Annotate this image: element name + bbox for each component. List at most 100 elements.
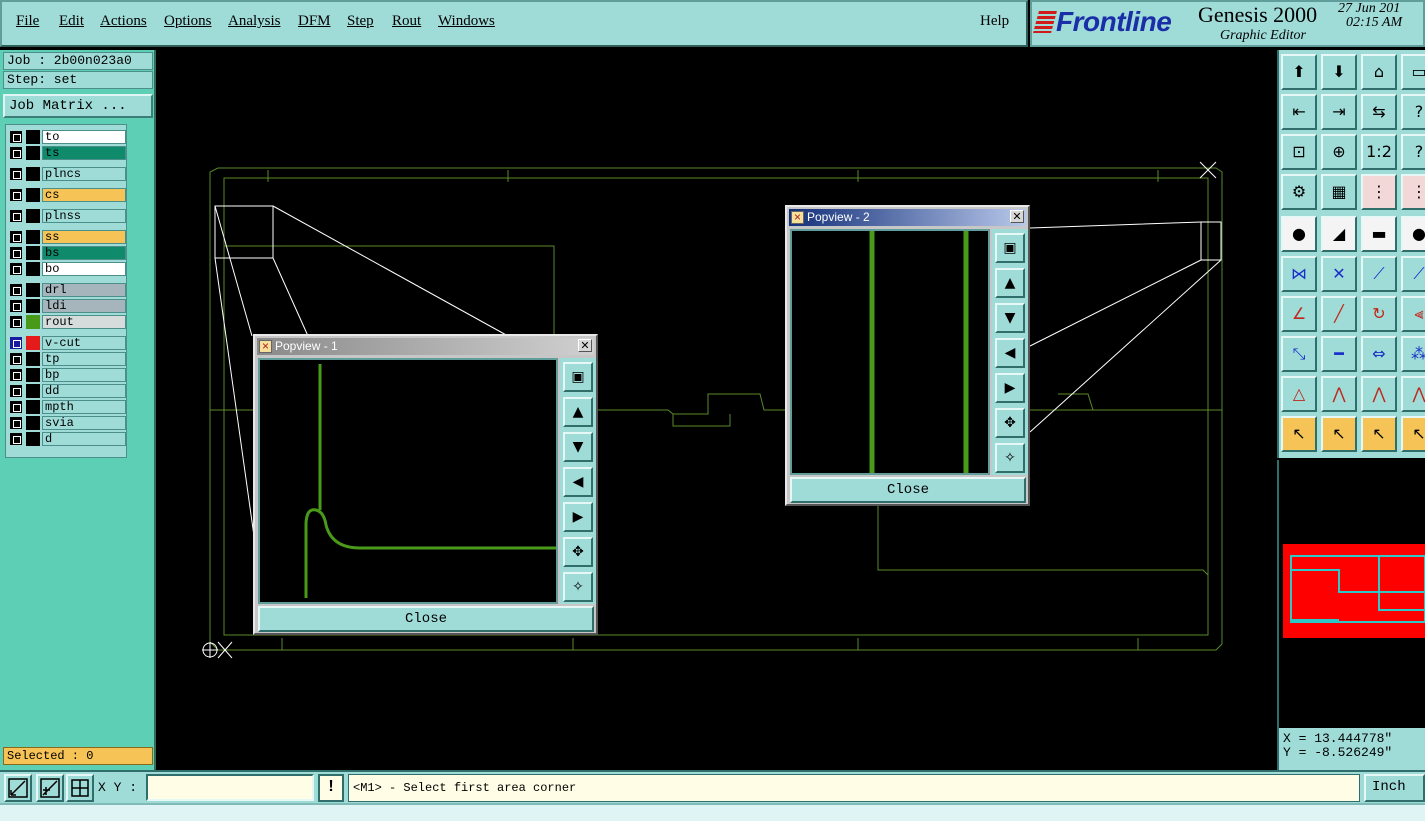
popview-2-titlebar[interactable]: Popview - 2 ✕ (789, 209, 1026, 226)
layer-row-to[interactable]: to (8, 130, 126, 144)
zoom-in-icon[interactable]: ✥ (995, 408, 1025, 438)
layer-color-swatch[interactable] (26, 209, 40, 223)
layer-row-plncs[interactable]: plncs (8, 167, 126, 181)
layer-name[interactable]: ldi (42, 299, 126, 313)
tools-icon[interactable]: ⚙ (1281, 174, 1317, 210)
measure-icon[interactable] (36, 774, 64, 802)
pan-right-icon[interactable]: ▶ (995, 373, 1025, 403)
layer-color-swatch[interactable] (26, 246, 40, 260)
layer-name[interactable]: dd (42, 384, 126, 398)
layer-row-tp[interactable]: tp (8, 352, 126, 366)
download-icon[interactable]: ⬇ (1321, 54, 1357, 90)
pan-up-icon[interactable]: ▲ (563, 397, 593, 427)
layer-name[interactable]: plnss (42, 209, 126, 223)
pan-left-icon[interactable]: ◀ (563, 467, 593, 497)
layer-row-bs[interactable]: bs (8, 246, 126, 260)
grid-icon[interactable] (66, 774, 94, 802)
layer-checkbox[interactable] (10, 385, 22, 397)
layer-color-swatch[interactable] (26, 416, 40, 430)
menu-windows[interactable]: Windows (438, 13, 495, 30)
alert-icon[interactable]: ! (318, 774, 344, 802)
popview-1-titlebar[interactable]: Popview - 1 ✕ (257, 338, 594, 355)
menu-analysis[interactable]: Analysis (228, 13, 281, 30)
snap-icon[interactable] (4, 774, 32, 802)
slash-icon[interactable]: ╱ (1321, 296, 1357, 332)
pan-down-icon[interactable]: ▼ (995, 303, 1025, 333)
triangle-b-icon[interactable]: ⋀ (1321, 376, 1357, 412)
layer-color-swatch[interactable] (26, 384, 40, 398)
layers-icon[interactable]: ⋮ (1361, 174, 1397, 210)
layer-color-swatch[interactable] (26, 262, 40, 276)
zoom-out-icon[interactable]: ✧ (563, 572, 593, 602)
layer-checkbox[interactable] (10, 401, 22, 413)
zoom-window-icon[interactable]: ▣ (995, 233, 1025, 263)
layer-color-swatch[interactable] (26, 230, 40, 244)
layer-checkbox[interactable] (10, 433, 22, 445)
home-icon[interactable]: ⌂ (1361, 54, 1397, 90)
pad-icon[interactable]: ● (1281, 216, 1317, 252)
layer-color-swatch[interactable] (26, 432, 40, 446)
layer-name[interactable]: tp (42, 352, 126, 366)
pointer-circle-icon[interactable]: ↖ (1361, 416, 1397, 452)
layer-checkbox[interactable] (10, 284, 22, 296)
layer-name[interactable]: ss (42, 230, 126, 244)
layer-row-ldi[interactable]: ldi (8, 299, 126, 313)
upload-icon[interactable]: ⬆ (1281, 54, 1317, 90)
layer-checkbox[interactable] (10, 131, 22, 143)
layer-color-swatch[interactable] (26, 368, 40, 382)
cluster-icon[interactable]: ⁂ (1401, 336, 1425, 372)
menu-actions[interactable]: Actions (100, 13, 147, 30)
fit-icon[interactable]: ⊡ (1281, 134, 1317, 170)
node-icon[interactable]: ⟋ (1361, 256, 1397, 292)
layer-checkbox[interactable] (10, 369, 22, 381)
layer-checkbox[interactable] (10, 337, 22, 349)
menu-step[interactable]: Step (347, 13, 374, 30)
layer-name[interactable]: bp (42, 368, 126, 382)
help-window-icon[interactable]: ? (1401, 94, 1425, 130)
menu-file[interactable]: File (16, 13, 39, 30)
menu-rout[interactable]: Rout (392, 13, 421, 30)
triangle-icon[interactable]: △ (1281, 376, 1317, 412)
menu-options[interactable]: Options (164, 13, 212, 30)
layer-color-swatch[interactable] (26, 352, 40, 366)
layer-row-d[interactable]: d (8, 432, 126, 446)
layer-row-cs[interactable]: cs (8, 188, 126, 202)
layer-row-mpth[interactable]: mpth (8, 400, 126, 414)
resize-icon[interactable]: ⇔ (1361, 336, 1397, 372)
layer-color-swatch[interactable] (26, 188, 40, 202)
export-icon[interactable]: ⇥ (1321, 94, 1357, 130)
layer-name[interactable]: v-cut (42, 336, 126, 350)
layer-name[interactable]: d (42, 432, 126, 446)
layer-checkbox[interactable] (10, 353, 22, 365)
layer-checkbox[interactable] (10, 263, 22, 275)
pointer-box-icon[interactable]: ↖ (1321, 416, 1357, 452)
layer-row-bo[interactable]: bo (8, 262, 126, 276)
layer-name[interactable]: bs (42, 246, 126, 260)
layer-color-swatch[interactable] (26, 167, 40, 181)
window-menu-icon[interactable] (791, 209, 804, 226)
move-icon[interactable]: ⤡ (1281, 336, 1317, 372)
break-icon[interactable]: ━ (1321, 336, 1357, 372)
layer-checkbox[interactable] (10, 189, 22, 201)
units-selector[interactable]: Inch (1364, 774, 1425, 802)
ruler-icon[interactable]: ▬ (1361, 216, 1397, 252)
pointer-step-icon[interactable]: ↖ (1401, 416, 1425, 452)
layer-row-dd[interactable]: dd (8, 384, 126, 398)
menu-help[interactable]: Help (980, 13, 1009, 30)
triangle-c-icon[interactable]: ⋀ (1361, 376, 1397, 412)
import-icon[interactable]: ⇤ (1281, 94, 1317, 130)
popview-1-close-button[interactable]: Close (258, 606, 594, 632)
layer-row-ts[interactable]: ts (8, 146, 126, 160)
close-icon[interactable]: ✕ (1010, 210, 1024, 223)
layer-name[interactable]: drl (42, 283, 126, 297)
layer-color-swatch[interactable] (26, 299, 40, 313)
layer-name[interactable]: ts (42, 146, 126, 160)
layer-checkbox[interactable] (10, 147, 22, 159)
angle-icon[interactable]: ∠ (1281, 296, 1317, 332)
layer-color-swatch[interactable] (26, 336, 40, 350)
job-matrix-button[interactable]: Job Matrix ... (3, 94, 153, 118)
layer-color-swatch[interactable] (26, 146, 40, 160)
connect-icon[interactable]: ⋈ (1281, 256, 1317, 292)
zoom-in-icon[interactable]: ✥ (563, 537, 593, 567)
layer-color-swatch[interactable] (26, 283, 40, 297)
